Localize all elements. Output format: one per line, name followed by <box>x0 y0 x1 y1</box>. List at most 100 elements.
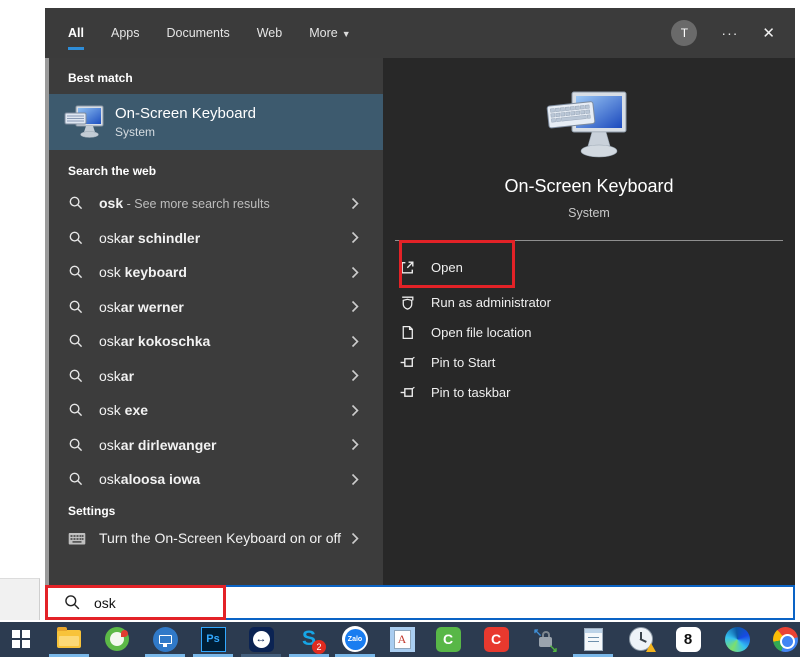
best-match-subtitle: System <box>115 125 256 139</box>
suggestion-item[interactable]: oskar schindler <box>49 221 383 256</box>
preview-panel: On-Screen Keyboard System Open <box>383 58 795 585</box>
open-highlight-box <box>399 240 515 288</box>
suggestion-label: oskar werner <box>99 299 184 315</box>
window-edge-strip <box>45 58 49 585</box>
chevron-right-icon <box>351 266 359 279</box>
suggestion-label: oskar kokoschka <box>99 333 210 349</box>
chevron-right-icon <box>351 335 359 348</box>
on-screen-keyboard-icon <box>64 104 106 140</box>
camtasia-recorder-icon[interactable]: C <box>482 625 510 653</box>
search-highlight-box <box>45 585 226 620</box>
camtasia-icon[interactable]: C <box>434 625 462 653</box>
best-match-result[interactable]: On-Screen Keyboard System <box>49 94 383 150</box>
pin-icon <box>399 354 417 371</box>
suggestion-item[interactable]: osk exe <box>49 393 383 428</box>
search-icon <box>68 264 84 280</box>
action-label: Pin to taskbar <box>431 385 511 400</box>
action-pin-to-taskbar[interactable]: Pin to taskbar <box>399 377 795 407</box>
suggestion-see-more[interactable]: osk - See more search results <box>49 186 383 221</box>
zalo-icon[interactable]: Zalo <box>341 625 369 653</box>
best-match-header: Best match <box>49 71 383 89</box>
chevron-right-icon <box>351 300 359 313</box>
chevron-right-icon <box>351 404 359 417</box>
search-icon <box>68 471 84 487</box>
security-app-icon[interactable]: ↖↘ <box>531 625 559 653</box>
capcut-icon[interactable]: 8 <box>674 625 702 653</box>
action-open-file-location[interactable]: Open file location <box>399 317 795 347</box>
action-pin-to-start[interactable]: Pin to Start <box>399 347 795 377</box>
file-explorer-icon[interactable] <box>55 625 83 653</box>
suggestion-item[interactable]: oskar <box>49 359 383 394</box>
folder-icon <box>399 324 417 341</box>
settings-result-label: Turn the On-Screen Keyboard on or off <box>99 528 347 549</box>
chrome-icon[interactable] <box>771 625 799 653</box>
pin-icon <box>399 384 417 401</box>
tab-apps[interactable]: Apps <box>111 26 140 40</box>
suggestion-label: osk - See more search results <box>99 195 270 211</box>
tab-more-label: More <box>309 26 337 40</box>
results-panel: Best match <box>45 58 383 585</box>
action-run-as-admin[interactable]: Run as administrator <box>399 287 795 317</box>
suggestion-item[interactable]: oskar werner <box>49 290 383 325</box>
search-icon <box>68 299 84 315</box>
settings-result-item[interactable]: Turn the On-Screen Keyboard on or off <box>49 526 383 549</box>
close-icon[interactable]: ✕ <box>762 24 775 42</box>
search-icon <box>68 368 84 384</box>
suggestion-item[interactable]: oskaloosa iowa <box>49 462 383 497</box>
tab-documents[interactable]: Documents <box>166 26 229 40</box>
chevron-right-icon <box>351 197 359 210</box>
start-button[interactable] <box>7 625 35 653</box>
alarm-clock-icon[interactable] <box>627 625 655 653</box>
search-bar[interactable]: osk <box>45 585 795 620</box>
taskbar: Ps ↔ S 2 Zalo A C C ↖↘ 8 <box>0 622 800 657</box>
edge-icon[interactable] <box>723 625 751 653</box>
search-icon <box>68 402 84 418</box>
tab-more[interactable]: More ▼ <box>309 26 350 40</box>
search-icon <box>68 437 84 453</box>
coccoc-browser-icon[interactable] <box>103 625 131 653</box>
tab-all[interactable]: All <box>68 26 84 40</box>
suggestion-label: oskar dirlewanger <box>99 437 217 453</box>
preview-subtitle: System <box>568 206 610 220</box>
more-options-icon[interactable]: ··· <box>721 25 738 41</box>
chevron-right-icon <box>351 369 359 382</box>
chevron-down-icon: ▼ <box>342 29 351 39</box>
filter-tabs-bar: All Apps Documents Web More ▼ T ··· ✕ <box>45 8 795 58</box>
display-app-icon[interactable] <box>151 625 179 653</box>
photos-app-icon[interactable]: A <box>388 625 416 653</box>
suggestion-item[interactable]: oskar dirlewanger <box>49 428 383 463</box>
photoshop-icon[interactable]: Ps <box>199 625 227 653</box>
suggestion-label: oskar schindler <box>99 230 200 246</box>
notepad-icon[interactable] <box>579 625 607 653</box>
chevron-right-icon <box>351 532 359 545</box>
chevron-right-icon <box>351 473 359 486</box>
preview-title: On-Screen Keyboard <box>504 176 673 197</box>
chevron-right-icon <box>351 438 359 451</box>
suggestion-item[interactable]: oskar kokoschka <box>49 324 383 359</box>
settings-header: Settings <box>49 504 383 522</box>
search-icon <box>68 195 84 211</box>
suggestion-label: oskaloosa iowa <box>99 471 200 487</box>
desktop-fragment <box>0 578 40 620</box>
shield-icon <box>399 294 417 311</box>
action-label: Open file location <box>431 325 531 340</box>
suggestion-item[interactable]: osk keyboard <box>49 255 383 290</box>
suggestion-label: oskar <box>99 368 134 384</box>
windows-logo-icon <box>12 630 30 648</box>
suggestion-label: osk keyboard <box>99 264 187 280</box>
avatar[interactable]: T <box>671 20 697 46</box>
search-icon <box>68 333 84 349</box>
search-icon <box>68 230 84 246</box>
on-screen-keyboard-large-icon <box>534 90 644 162</box>
action-label: Run as administrator <box>431 295 551 310</box>
suggestion-label: osk exe <box>99 402 148 418</box>
chevron-right-icon <box>351 231 359 244</box>
keyboard-icon <box>68 532 86 546</box>
search-flyout: All Apps Documents Web More ▼ T ··· ✕ Bes… <box>45 8 795 620</box>
teamviewer-icon[interactable]: ↔ <box>247 625 275 653</box>
tab-web[interactable]: Web <box>257 26 282 40</box>
skype-badge: 2 <box>312 640 326 654</box>
best-match-title: On-Screen Keyboard <box>115 105 256 122</box>
web-suggestions-list: osk - See more search results oskar schi… <box>49 186 383 497</box>
skype-icon[interactable]: S 2 <box>295 625 323 653</box>
